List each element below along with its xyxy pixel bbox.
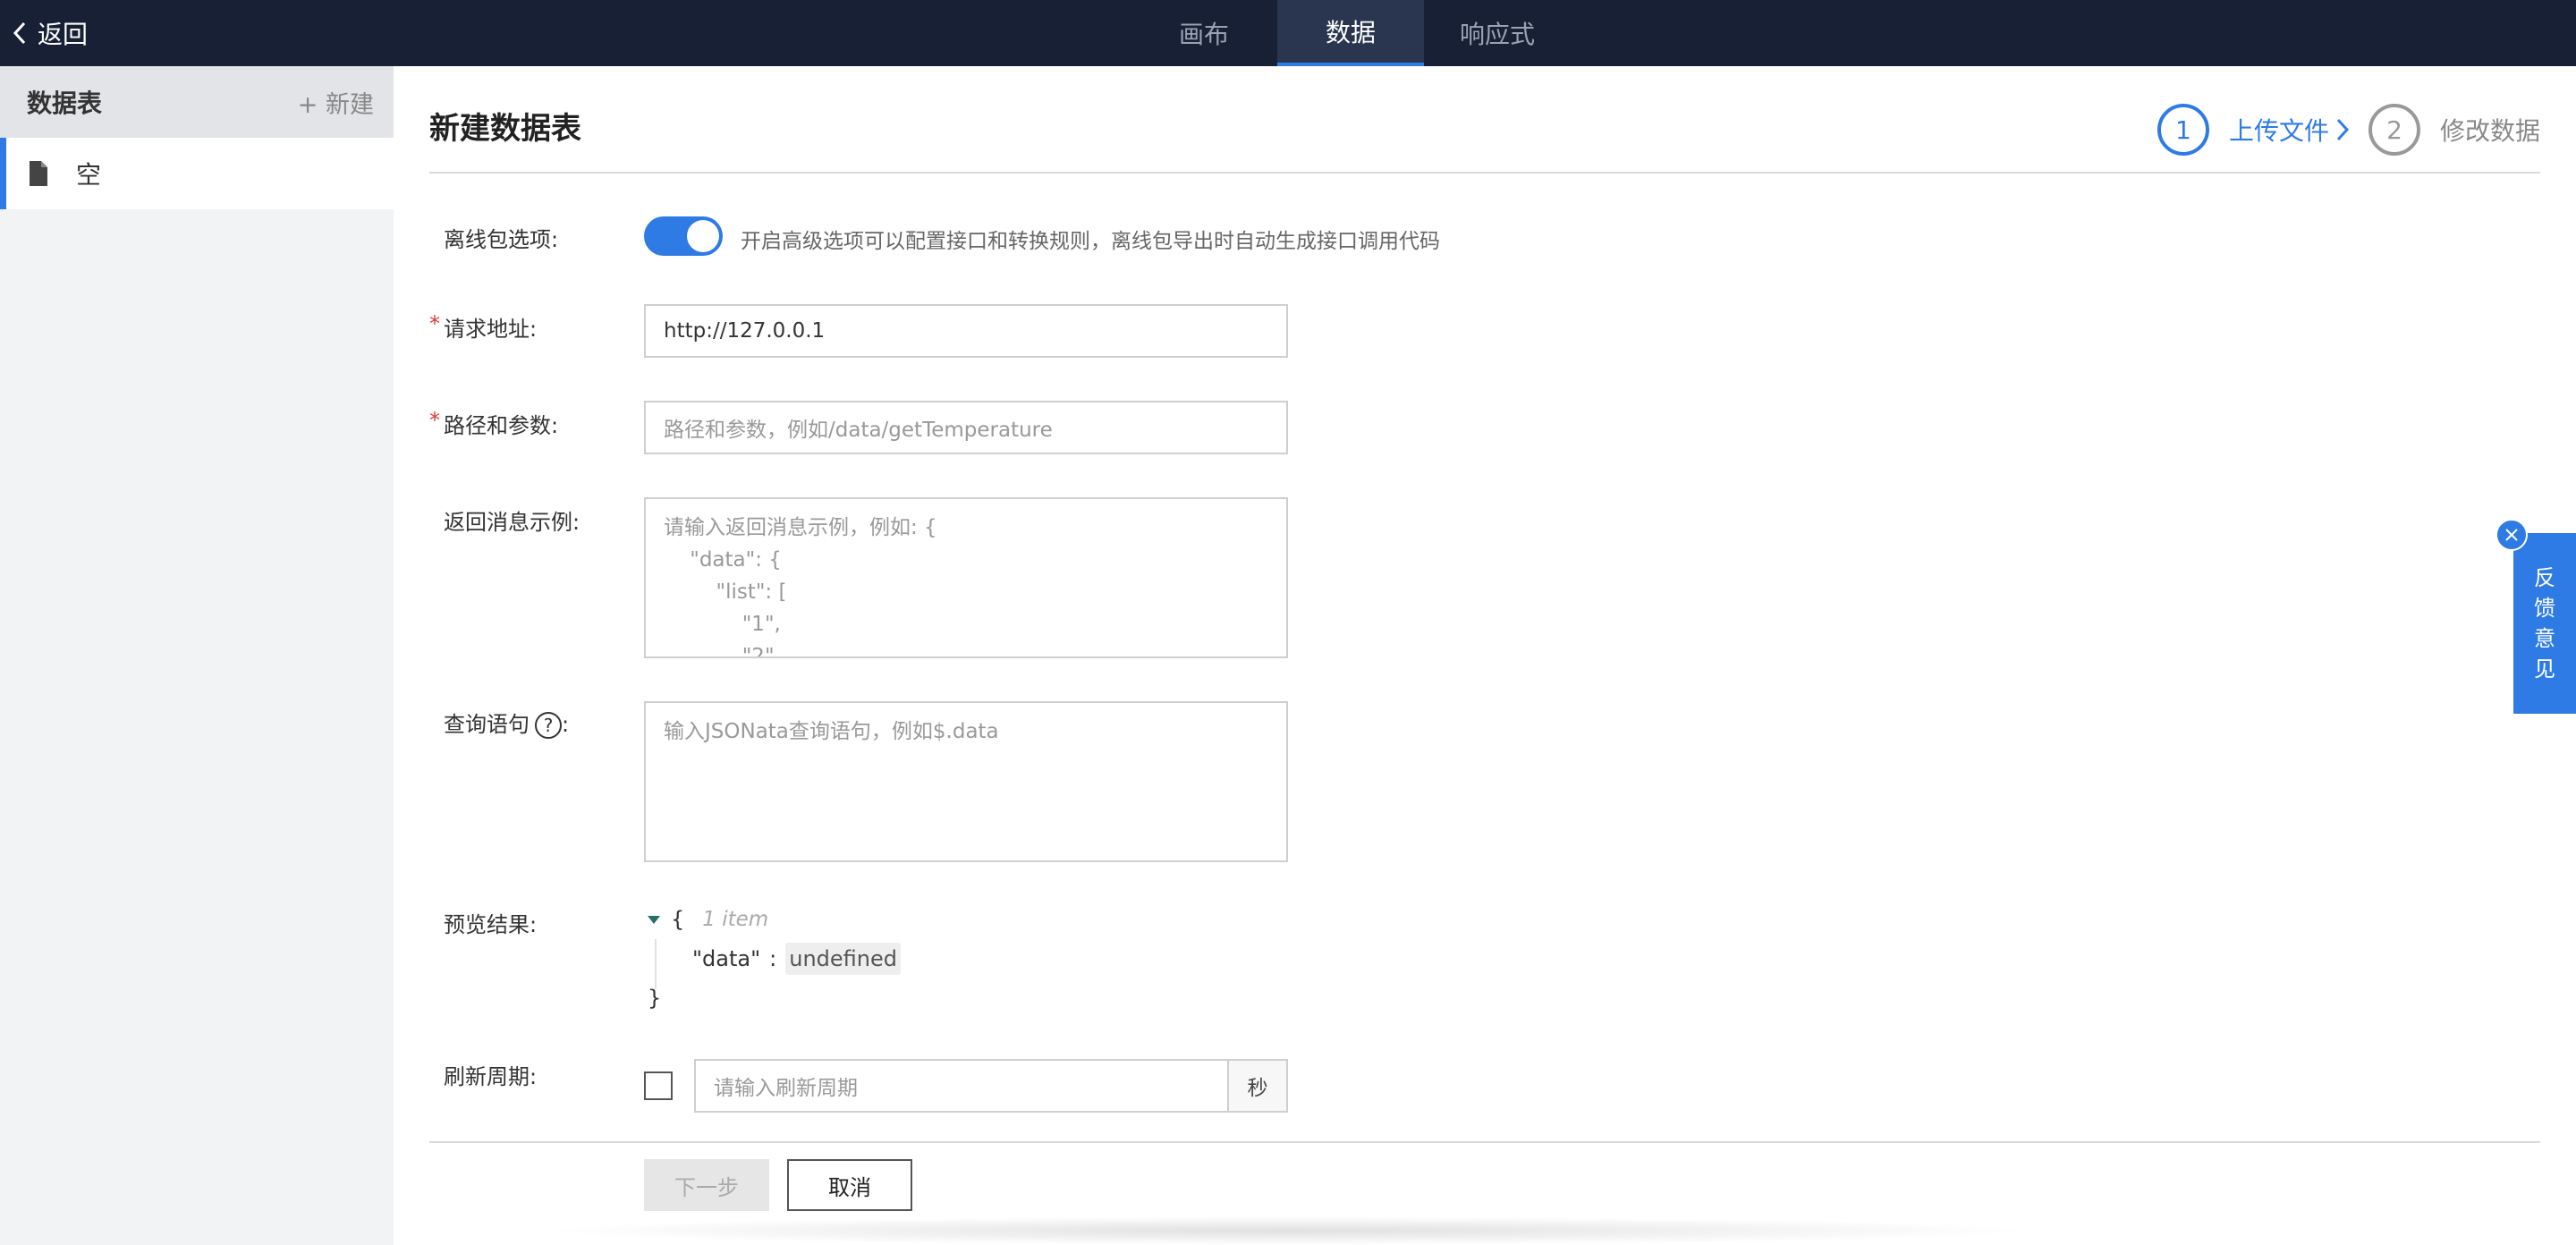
- json-open-brace: {: [671, 907, 685, 932]
- json-preview: { 1 item "data" : undefined }: [644, 900, 1181, 1034]
- tab-canvas[interactable]: 画布: [1131, 0, 1277, 66]
- feedback-char: 馈: [2534, 596, 2555, 621]
- cancel-button[interactable]: 取消: [787, 1159, 912, 1211]
- response-row: 返回消息示例: 请输入返回消息示例，例如: { "data": { "list"…: [429, 497, 2540, 658]
- response-label: 返回消息示例:: [444, 510, 580, 535]
- json-colon: :: [769, 946, 777, 971]
- bottom-shadow: [537, 1216, 2039, 1245]
- path-label: 路径和参数:: [444, 413, 559, 438]
- response-textarea[interactable]: 请输入返回消息示例，例如: { "data": { "list": [ "1",…: [644, 497, 1288, 658]
- collapse-caret-icon[interactable]: [648, 915, 660, 924]
- refresh-checkbox[interactable]: [644, 1071, 673, 1100]
- tab-data[interactable]: 数据: [1277, 0, 1424, 66]
- url-label: 请求地址:: [444, 317, 538, 342]
- path-row: * 路径和参数: 路径和参数，例如/data/getTemperature: [429, 401, 2540, 454]
- query-textarea[interactable]: 输入JSONata查询语句，例如$.data: [644, 701, 1288, 862]
- chevron-right-icon: [2336, 118, 2349, 141]
- query-label-suffix: :: [562, 712, 570, 737]
- sidebar-header: 数据表 + 新建: [0, 66, 394, 138]
- sidebar-title: 数据表: [27, 89, 103, 118]
- page-header: 新建数据表 1 上传文件 2 修改数据: [429, 66, 2540, 174]
- json-value: undefined: [785, 943, 901, 975]
- offline-label: 离线包选项:: [444, 227, 559, 252]
- url-input[interactable]: http://127.0.0.1: [644, 304, 1288, 358]
- feedback-button[interactable]: 反 馈 意 见: [2513, 533, 2576, 714]
- footer-divider: [429, 1141, 2540, 1143]
- url-row: * 请求地址: http://127.0.0.1: [429, 304, 2540, 358]
- json-key: "data": [692, 946, 761, 971]
- offline-switch[interactable]: [644, 216, 723, 256]
- refresh-input[interactable]: 请输入刷新周期: [694, 1059, 1229, 1113]
- refresh-label: 刷新周期:: [444, 1064, 538, 1089]
- offline-hint: 开启高级选项可以配置接口和转换规则，离线包导出时自动生成接口调用代码: [741, 230, 1440, 253]
- refresh-control: 请输入刷新周期 秒: [644, 1059, 1288, 1113]
- step-2-label: 修改数据: [2439, 116, 2540, 146]
- sidebar-item-empty[interactable]: 空: [0, 138, 394, 209]
- query-label: 查询语句: [444, 712, 530, 737]
- refresh-unit: 秒: [1227, 1059, 1288, 1113]
- feedback-char: 意: [2534, 626, 2555, 651]
- sidebar: 数据表 + 新建 空: [0, 66, 394, 1245]
- query-row: 查询语句?: 输入JSONata查询语句，例如$.data: [429, 701, 2540, 862]
- query-label-group: 查询语句?:: [444, 707, 569, 739]
- refresh-row: 刷新周期: 请输入刷新周期 秒: [429, 1059, 2540, 1113]
- feedback-char: 反: [2534, 565, 2555, 590]
- step-1-number: 1: [2157, 104, 2209, 156]
- close-icon: [2505, 529, 2518, 541]
- step-1-label: 上传文件: [2228, 116, 2329, 146]
- json-close-line: }: [644, 978, 1181, 1018]
- required-mark: *: [429, 311, 440, 336]
- offline-row: 离线包选项: 开启高级选项可以配置接口和转换规则，离线包导出时自动生成接口调用代…: [429, 211, 2540, 265]
- back-label: 返回: [38, 20, 89, 49]
- top-bar: 返回 画布 数据 响应式: [0, 0, 2576, 66]
- new-table-button[interactable]: + 新建: [298, 85, 374, 120]
- feedback-close-button[interactable]: [2496, 519, 2528, 551]
- back-button[interactable]: 返回: [13, 0, 88, 66]
- switch-knob: [687, 220, 719, 252]
- next-button[interactable]: 下一步: [644, 1159, 769, 1211]
- json-indent-guide: [655, 939, 657, 989]
- page-title: 新建数据表: [429, 111, 581, 147]
- preview-label: 预览结果:: [444, 912, 538, 937]
- json-item-count: 1 item: [702, 908, 769, 931]
- help-icon[interactable]: ?: [535, 712, 562, 739]
- steps: 1 上传文件 2 修改数据: [2157, 104, 2540, 156]
- required-mark: *: [429, 408, 440, 433]
- step-2-number: 2: [2368, 104, 2420, 156]
- main-panel: 新建数据表 1 上传文件 2 修改数据 离线包选项: 开启高级选项可以配置接口和…: [429, 66, 2540, 1211]
- sidebar-item-label: 空: [76, 160, 102, 190]
- tab-responsive[interactable]: 响应式: [1424, 0, 1571, 66]
- chevron-left-icon: [13, 21, 26, 45]
- offline-control: 开启高级选项可以配置接口和转换规则，离线包导出时自动生成接口调用代码: [644, 216, 1440, 256]
- json-close-brace: }: [648, 986, 662, 1011]
- feedback-char: 见: [2534, 656, 2555, 682]
- json-entry: "data" : undefined: [644, 939, 1181, 978]
- file-icon: [30, 161, 47, 186]
- preview-row: 预览结果: { 1 item "data" : undefined }: [429, 900, 2540, 1034]
- path-input[interactable]: 路径和参数，例如/data/getTemperature: [644, 401, 1288, 454]
- json-open-line: { 1 item: [644, 900, 1181, 939]
- tab-bar: 画布 数据 响应式: [1131, 0, 1571, 66]
